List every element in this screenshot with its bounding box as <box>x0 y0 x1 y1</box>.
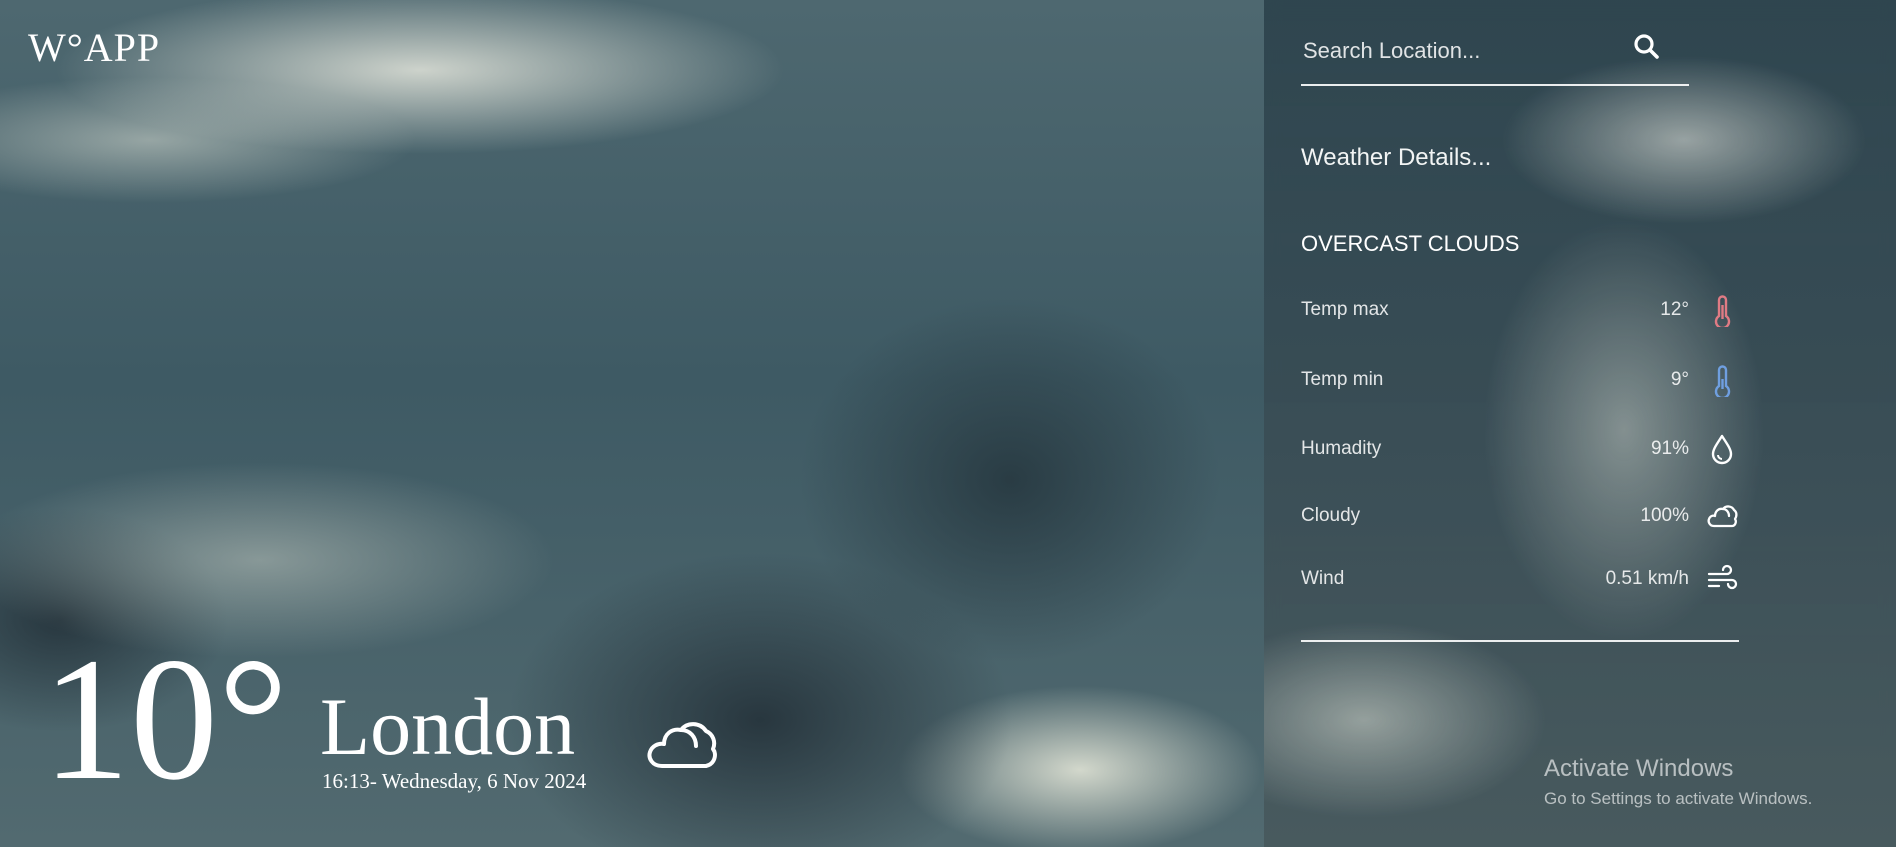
detail-row-cloudy: Cloudy 100% <box>1301 499 1739 533</box>
detail-value: 9° <box>1670 369 1689 390</box>
weather-details-title: Weather Details... <box>1301 144 1492 171</box>
detail-label: Humadity <box>1301 438 1382 459</box>
windows-activation-watermark: Activate Windows Go to Settings to activ… <box>1544 755 1812 809</box>
detail-label: Temp min <box>1301 369 1384 390</box>
search-input[interactable] <box>1301 34 1625 68</box>
search-icon[interactable] <box>1632 32 1662 62</box>
detail-label: Temp max <box>1301 299 1389 320</box>
watermark-subtitle: Go to Settings to activate Windows. <box>1544 789 1813 808</box>
detail-value: 12° <box>1660 299 1689 320</box>
detail-value: 0.51 km/h <box>1605 568 1689 589</box>
cloud-icon <box>647 722 717 768</box>
details-divider <box>1301 640 1739 642</box>
detail-row-temp-min: Temp min 9° <box>1301 363 1739 397</box>
city-name: London <box>320 681 576 772</box>
thermometer-hot-icon <box>1714 295 1731 327</box>
weather-condition: OVERCAST CLOUDS <box>1301 231 1520 256</box>
detail-label: Wind <box>1301 568 1345 589</box>
detail-value: 100% <box>1640 505 1689 526</box>
detail-value: 91% <box>1650 438 1689 459</box>
watermark-title: Activate Windows <box>1544 755 1734 782</box>
app-logo: W°APP <box>28 25 161 70</box>
droplet-icon <box>1711 434 1733 465</box>
detail-row-wind: Wind 0.51 km/h <box>1301 562 1739 596</box>
current-temperature: 10° <box>42 622 289 817</box>
current-datetime: 16:13- Wednesday, 6 Nov 2024 <box>322 769 587 793</box>
thermometer-cold-icon <box>1714 365 1731 397</box>
detail-label: Cloudy <box>1301 505 1361 526</box>
wind-icon <box>1707 564 1738 590</box>
detail-row-humidity: Humadity 91% <box>1301 432 1739 466</box>
details-panel <box>1264 0 1896 847</box>
search-bar <box>1301 30 1689 86</box>
cloud-icon <box>1707 505 1738 528</box>
detail-row-temp-max: Temp max 12° <box>1301 293 1739 327</box>
